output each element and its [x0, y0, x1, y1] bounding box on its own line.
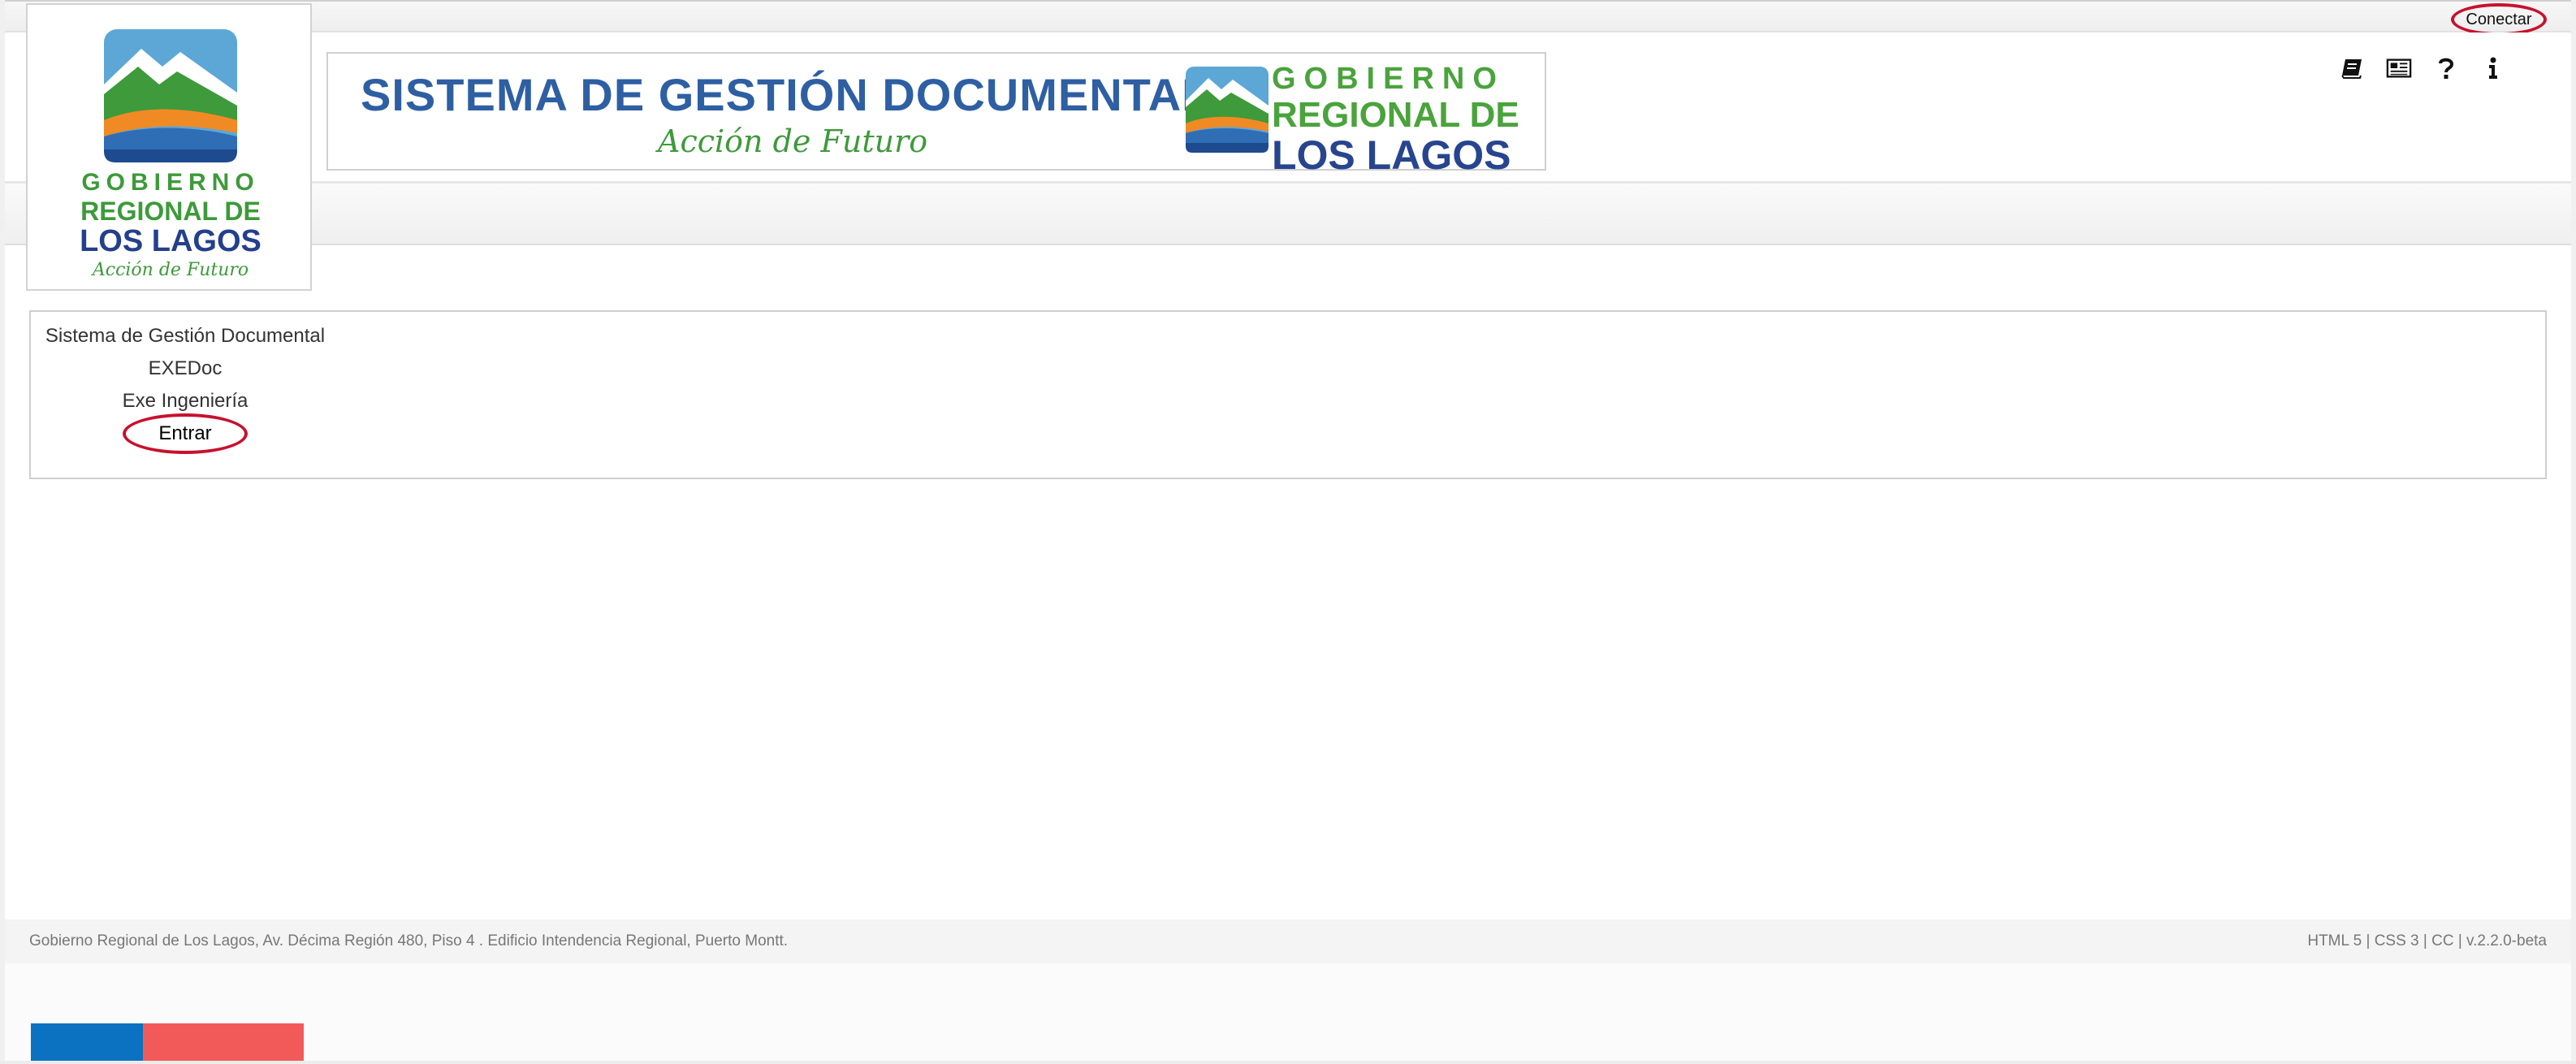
logo-line2: REGIONAL DE	[80, 197, 261, 226]
enter-row: Entrar	[39, 413, 331, 454]
gov-flag-bar	[31, 1023, 304, 1061]
info-icon[interactable]	[2480, 55, 2506, 81]
site-logo[interactable]: GOBIERNO REGIONAL DE LOS LAGOS Acción de…	[26, 3, 312, 291]
enter-button[interactable]: Entrar	[123, 413, 248, 454]
logo-line1: GOBIERNO	[81, 169, 260, 196]
logo-text: GOBIERNO REGIONAL DE LOS LAGOS Acción de…	[28, 171, 313, 279]
footer-lower-area	[5, 963, 2571, 1061]
banner-tagline: Acción de Futuro	[658, 123, 928, 159]
banner-title: SISTEMA DE GESTIÓN DOCUMENTAL	[361, 69, 1211, 120]
question-icon[interactable]	[2433, 55, 2459, 81]
company-name: Exe Ingeniería	[122, 390, 249, 412]
connect-link[interactable]: Conectar	[2451, 3, 2547, 36]
logo-line3: LOS LAGOS	[80, 224, 261, 258]
frame-bottom-border	[0, 1061, 2576, 1064]
banner-institution-name: GOBIERNO REGIONAL DE LOS LAGOS	[1272, 63, 1519, 175]
banner-emblem	[1184, 65, 1270, 158]
logo-tagline: Acción de Futuro	[92, 260, 249, 280]
book-icon[interactable]	[2339, 55, 2365, 81]
footer: Gobierno Regional de Los Lagos, Av. Déci…	[5, 919, 2571, 963]
login-info: Sistema de Gestión Documental EXEDoc Exe…	[39, 320, 331, 454]
system-name: Sistema de Gestión Documental	[45, 325, 326, 347]
nav-bar	[5, 184, 2571, 245]
banner-gob-line2: REGIONAL DE	[1272, 95, 1519, 135]
top-bar: Conectar	[5, 0, 2571, 36]
newspaper-icon[interactable]	[2386, 55, 2412, 81]
frame-right-border	[2571, 0, 2576, 1064]
flag-blue-stripe	[31, 1023, 143, 1061]
logo-emblem	[102, 28, 239, 168]
header-icon-group	[2339, 55, 2506, 81]
footer-address: Gobierno Regional de Los Lagos, Av. Déci…	[29, 932, 789, 949]
banner-gob-line3: LOS LAGOS	[1272, 132, 1511, 178]
banner: SISTEMA DE GESTIÓN DOCUMENTAL Acción de …	[326, 52, 1546, 175]
product-name: EXEDoc	[148, 357, 223, 379]
footer-tech-info: HTML 5 | CSS 3 | CC | v.2.2.0-beta	[2307, 932, 2547, 949]
page: Conectar SISTEMA DE GESTIÓN DOCUMENTAL A…	[0, 0, 2576, 1064]
banner-gob-line1: GOBIERNO	[1272, 62, 1505, 96]
flag-red-stripe	[143, 1023, 304, 1061]
main-panel: Sistema de Gestión Documental EXEDoc Exe…	[29, 310, 2547, 479]
